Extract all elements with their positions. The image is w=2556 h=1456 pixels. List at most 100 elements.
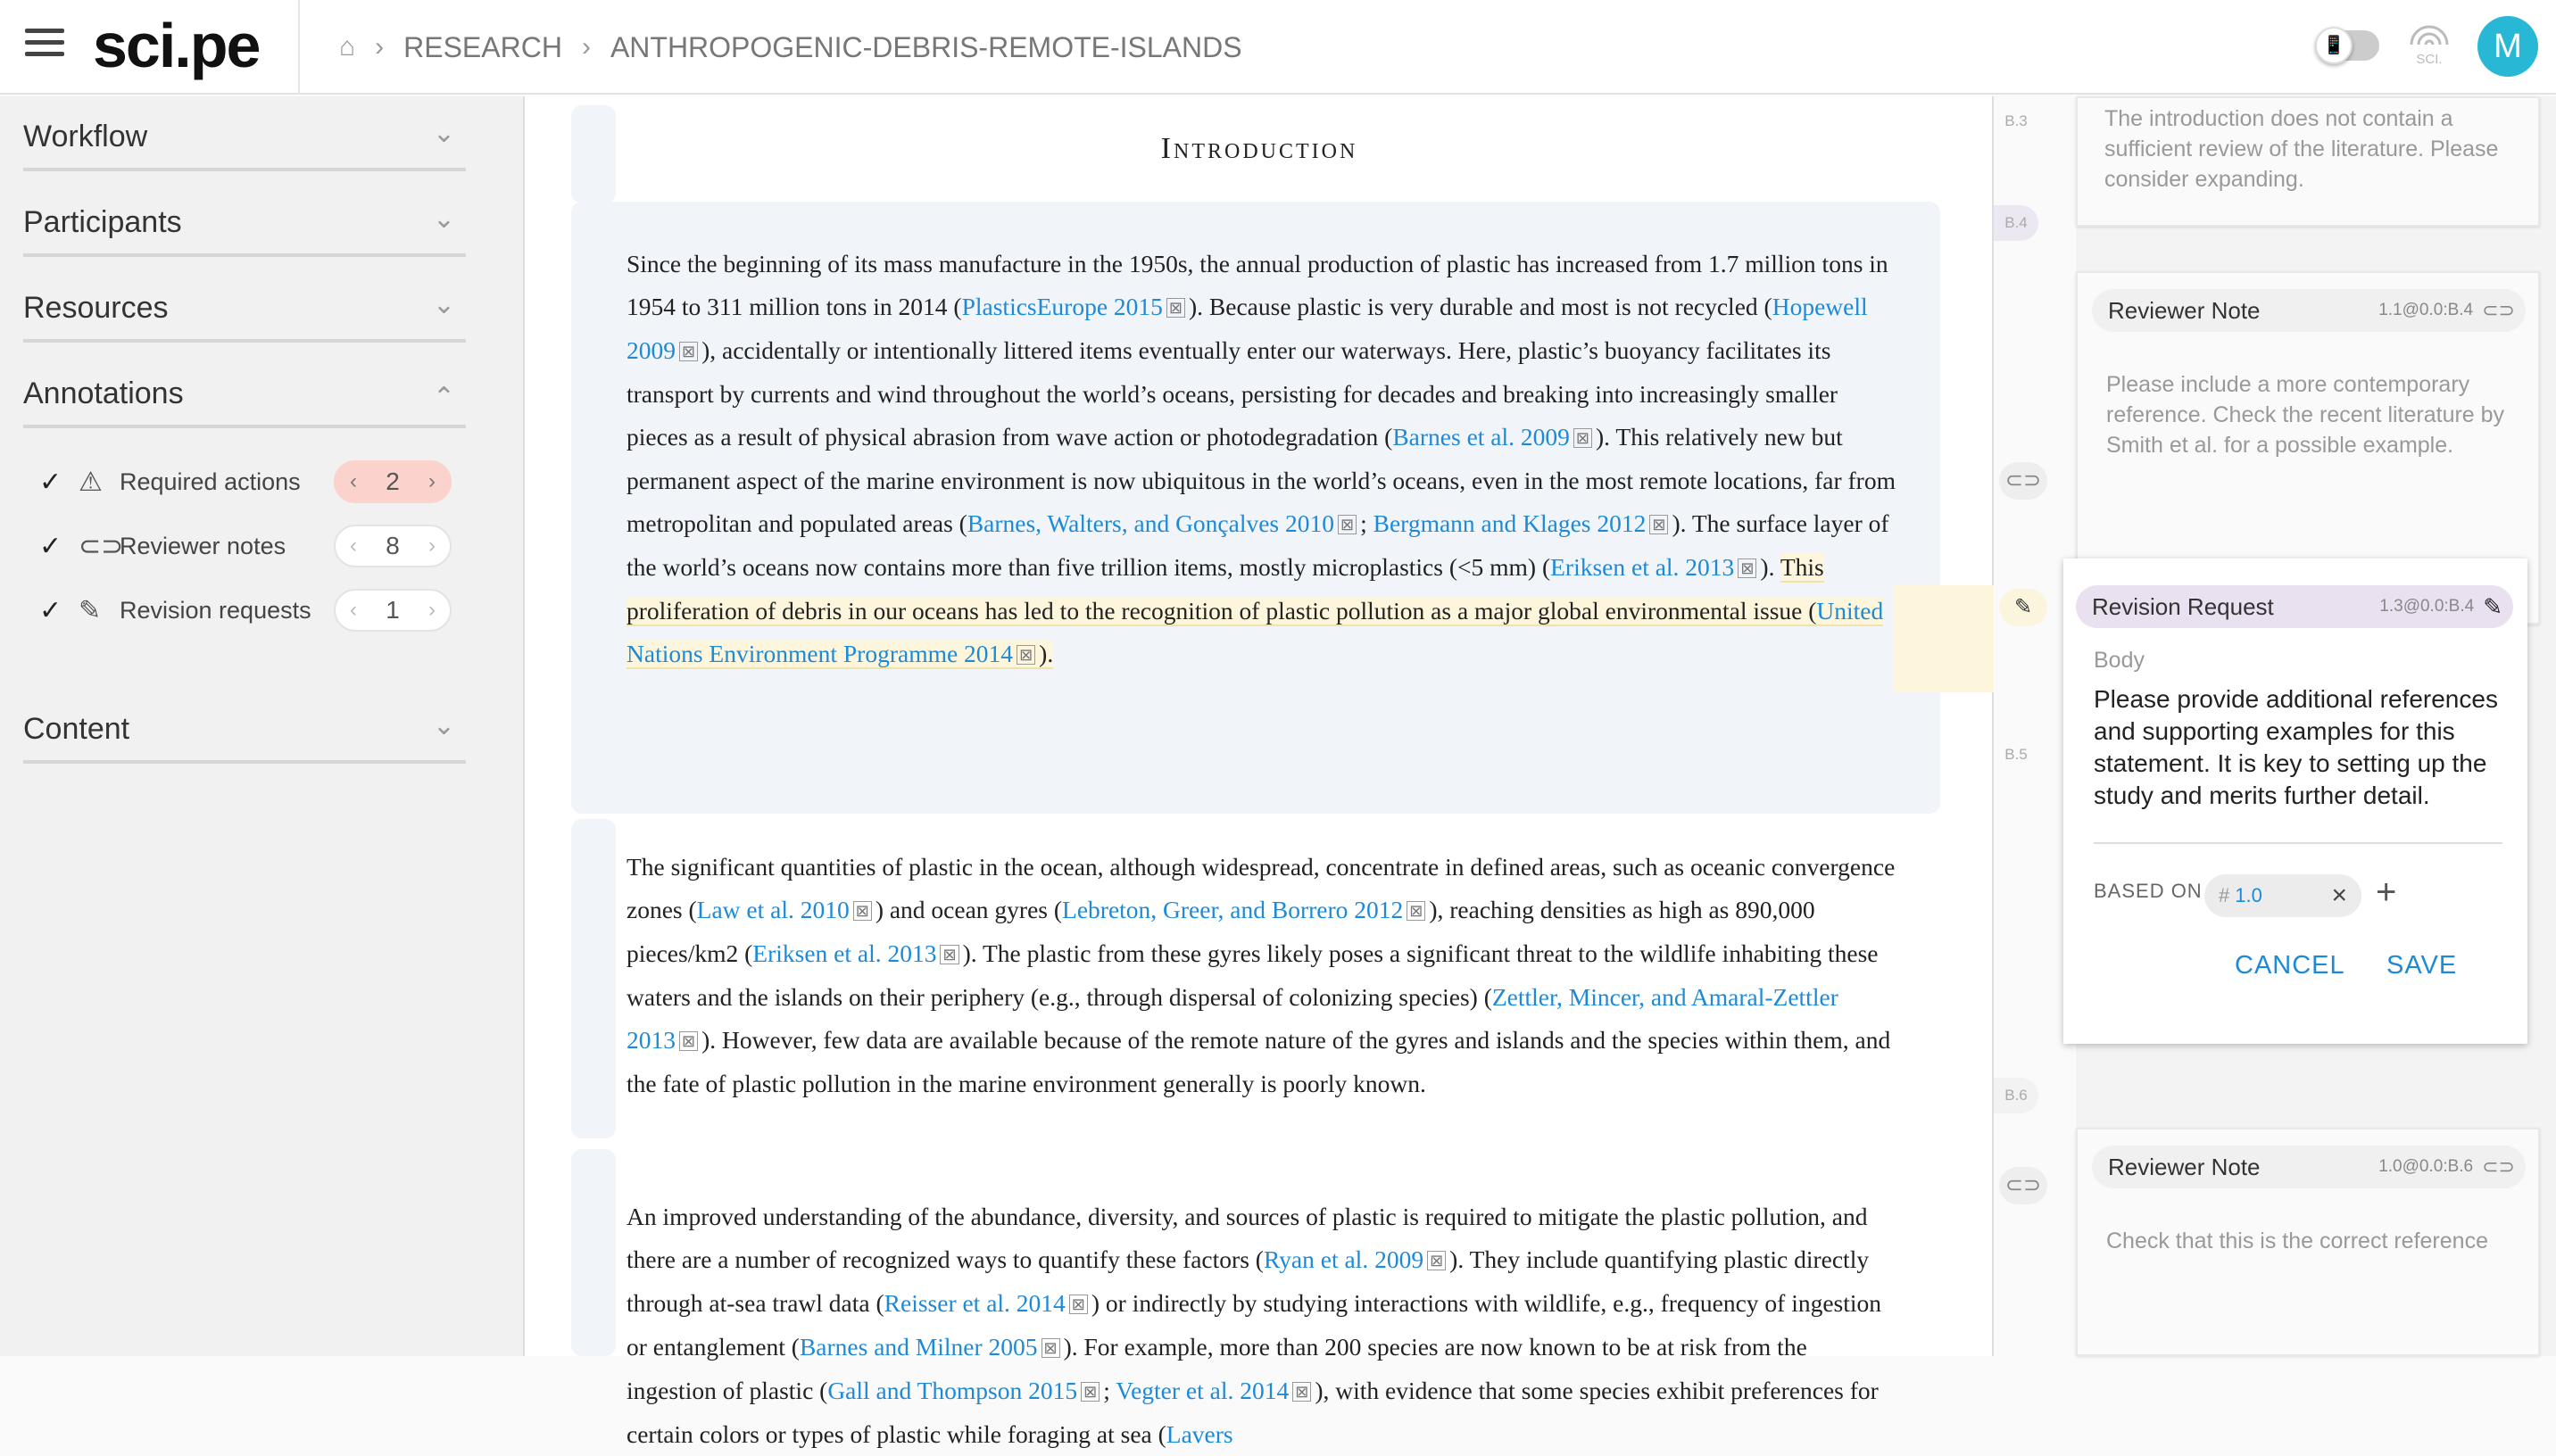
add-icon[interactable]: + <box>2376 873 2396 913</box>
citation-link[interactable]: Bergmann and Klages 2012 <box>1373 509 1647 537</box>
sci-icon[interactable]: SCI. <box>2404 18 2454 68</box>
block-label-b3[interactable]: B.3 <box>1994 103 2038 139</box>
paragraph-b6[interactable]: An improved understanding of the abundan… <box>627 1195 1903 1456</box>
comment-header: Revision Request 1.3@0.0:B.4 ✎ <box>2076 585 2513 628</box>
chevron-down-icon: ⌄ <box>432 204 455 234</box>
reference-icon[interactable]: ⊠ <box>1338 515 1357 534</box>
citation-link[interactable]: Barnes et al. 2009 <box>1392 423 1570 451</box>
reference-icon[interactable]: ⊠ <box>1292 1382 1312 1402</box>
block-label-b6[interactable]: B.6 <box>1994 1078 2038 1113</box>
section-content[interactable]: Content ⌄ <box>23 689 466 764</box>
reference-icon[interactable]: ⊠ <box>1427 1251 1447 1270</box>
block-label-b4[interactable]: B.4 <box>1994 205 2038 241</box>
logo[interactable]: sci.pe <box>93 7 261 84</box>
edit-box-icon: ✎ <box>2483 592 2502 620</box>
based-on-label: BASED ON <box>2094 880 2203 902</box>
paragraph-b5[interactable]: The significant quantities of plastic in… <box>627 846 1903 1105</box>
citation-link[interactable]: Ryan et al. 2009 <box>1264 1245 1423 1273</box>
citation-link[interactable]: Eriksen et al. 2013 <box>752 939 936 967</box>
check-icon[interactable]: ✓ <box>39 531 79 562</box>
comment-card[interactable]: The introduction does not contain a suff… <box>2076 96 2540 227</box>
reference-icon[interactable]: ⊠ <box>1738 558 1757 578</box>
text: ). <box>1039 640 1054 667</box>
comment-card[interactable]: Reviewer Note 1.0@0.0:B.6 ⊂⊃ Check that … <box>2076 1128 2540 1356</box>
reference-icon[interactable]: ⊠ <box>1041 1338 1060 1358</box>
citation-link[interactable]: Vegter et al. 2014 <box>1116 1377 1289 1404</box>
citation-link[interactable]: Reisser et al. 2014 <box>884 1289 1066 1317</box>
reference-icon[interactable]: ⊠ <box>1081 1382 1100 1402</box>
signal-icon <box>2410 25 2449 46</box>
breadcrumb-article[interactable]: ANTHROPOGENIC-DEBRIS-REMOTE-ISLANDS <box>610 31 1242 64</box>
paragraph-b4[interactable]: Since the beginning of its mass manufact… <box>627 243 1903 676</box>
body-input[interactable]: Please provide additional references and… <box>2094 683 2502 844</box>
chevron-right-icon[interactable]: › <box>428 469 436 494</box>
top-bar: sci.pe ⌂ › RESEARCH › ANTHROPOGENIC-DEBR… <box>0 0 2556 95</box>
edit-box-icon[interactable]: ✎ <box>1999 589 2047 626</box>
chevron-right-icon[interactable]: › <box>428 598 436 623</box>
reference-icon[interactable]: ⊠ <box>1068 1295 1088 1314</box>
breadcrumb-research[interactable]: RESEARCH <box>403 31 562 64</box>
menu-icon[interactable] <box>25 29 64 64</box>
chevron-down-icon: ⌄ <box>432 119 455 148</box>
chevron-left-icon[interactable]: ‹ <box>350 534 357 558</box>
citation-link[interactable]: Barnes and Milner 2005 <box>800 1333 1038 1361</box>
citation-link[interactable]: Law et al. 2010 <box>697 896 850 923</box>
comment-meta: 1.3@0.0:B.4 <box>2379 597 2475 616</box>
reference-icon[interactable]: ⊠ <box>1166 298 1186 318</box>
citation-link[interactable]: Lebreton, Greer, and Borrero 2012 <box>1062 896 1403 923</box>
reference-icon[interactable]: ⊠ <box>1407 901 1426 921</box>
reference-icon[interactable]: ⊠ <box>679 342 699 361</box>
check-icon[interactable]: ✓ <box>39 467 79 498</box>
chevron-right-icon: › <box>581 32 591 62</box>
annotation-pager[interactable]: ‹ 8 › <box>334 525 452 567</box>
hash-label: # <box>2219 884 2230 906</box>
avatar[interactable]: M <box>2477 16 2538 77</box>
comment-meta: 1.0@0.0:B.6 <box>2378 1157 2474 1176</box>
based-on-chip[interactable]: # 1.0 × <box>2204 874 2361 917</box>
annotation-required-actions[interactable]: ✓ ⚠ Required actions ‹ 2 › <box>39 457 468 507</box>
annotation-count: 8 <box>386 532 400 559</box>
chevron-left-icon[interactable]: ‹ <box>350 598 357 623</box>
paperclip-icon[interactable]: ⊂⊃ <box>1999 1167 2047 1204</box>
chip-value[interactable]: 1.0 <box>2235 884 2331 907</box>
chevron-right-icon: › <box>375 32 385 62</box>
annotation-pager[interactable]: ‹ 2 › <box>334 460 452 503</box>
body-label: Body <box>2094 648 2145 673</box>
comment-header: Reviewer Note 1.1@0.0:B.4 ⊂⊃ <box>2092 289 2526 332</box>
reference-icon[interactable]: ⊠ <box>1573 428 1592 448</box>
paperclip-icon[interactable]: ⊂⊃ <box>1999 462 2047 500</box>
section-heading: Introduction <box>1160 132 1358 165</box>
annotation-revision-requests[interactable]: ✓ ✎ Revision requests ‹ 1 › <box>39 585 468 635</box>
block-label-b5[interactable]: B.5 <box>1994 737 2038 773</box>
citation-link[interactable]: PlasticsEurope 2015 <box>962 293 1163 320</box>
reference-icon[interactable]: ⊠ <box>940 945 959 964</box>
save-button[interactable]: SAVE <box>2386 951 2457 980</box>
reference-icon[interactable]: ⊠ <box>679 1031 699 1051</box>
comment-header: Reviewer Note 1.0@0.0:B.6 ⊂⊃ <box>2092 1146 2526 1188</box>
reference-icon[interactable]: ⊠ <box>1649 515 1669 534</box>
section-annotations[interactable]: Annotations ⌃ <box>23 353 466 428</box>
reference-icon[interactable]: ⊠ <box>1017 645 1036 665</box>
reference-icon[interactable]: ⊠ <box>852 901 872 921</box>
chevron-down-icon: ⌄ <box>432 290 455 319</box>
annotation-reviewer-notes[interactable]: ✓ ⊂⊃ Reviewer notes ‹ 8 › <box>39 521 468 571</box>
home-icon[interactable]: ⌂ <box>339 32 355 62</box>
close-icon[interactable]: × <box>2331 881 2347 911</box>
citation-link[interactable]: Eriksen et al. 2013 <box>1550 553 1734 581</box>
chevron-right-icon[interactable]: › <box>428 534 436 558</box>
view-toggle[interactable]: 📱 <box>2315 27 2379 64</box>
section-workflow[interactable]: Workflow ⌄ <box>23 96 466 171</box>
revision-request-card[interactable]: Revision Request 1.3@0.0:B.4 ✎ Body Plea… <box>2063 558 2527 1044</box>
annotation-count: 2 <box>386 467 400 495</box>
annotation-pager[interactable]: ‹ 1 › <box>334 589 452 632</box>
citation-link[interactable]: Gall and Thompson 2015 <box>827 1377 1077 1404</box>
cancel-button[interactable]: CANCEL <box>2235 951 2345 980</box>
section-participants[interactable]: Participants ⌄ <box>23 182 466 257</box>
citation-link[interactable]: Lavers <box>1166 1420 1233 1448</box>
chevron-left-icon[interactable]: ‹ <box>350 469 357 494</box>
section-resources[interactable]: Resources ⌄ <box>23 268 466 343</box>
citation-link[interactable]: Barnes, Walters, and Gonçalves 2010 <box>967 509 1334 537</box>
text: ). Because plastic is very durable and m… <box>1189 293 1772 320</box>
block-marker <box>571 1149 616 1356</box>
check-icon[interactable]: ✓ <box>39 595 79 626</box>
